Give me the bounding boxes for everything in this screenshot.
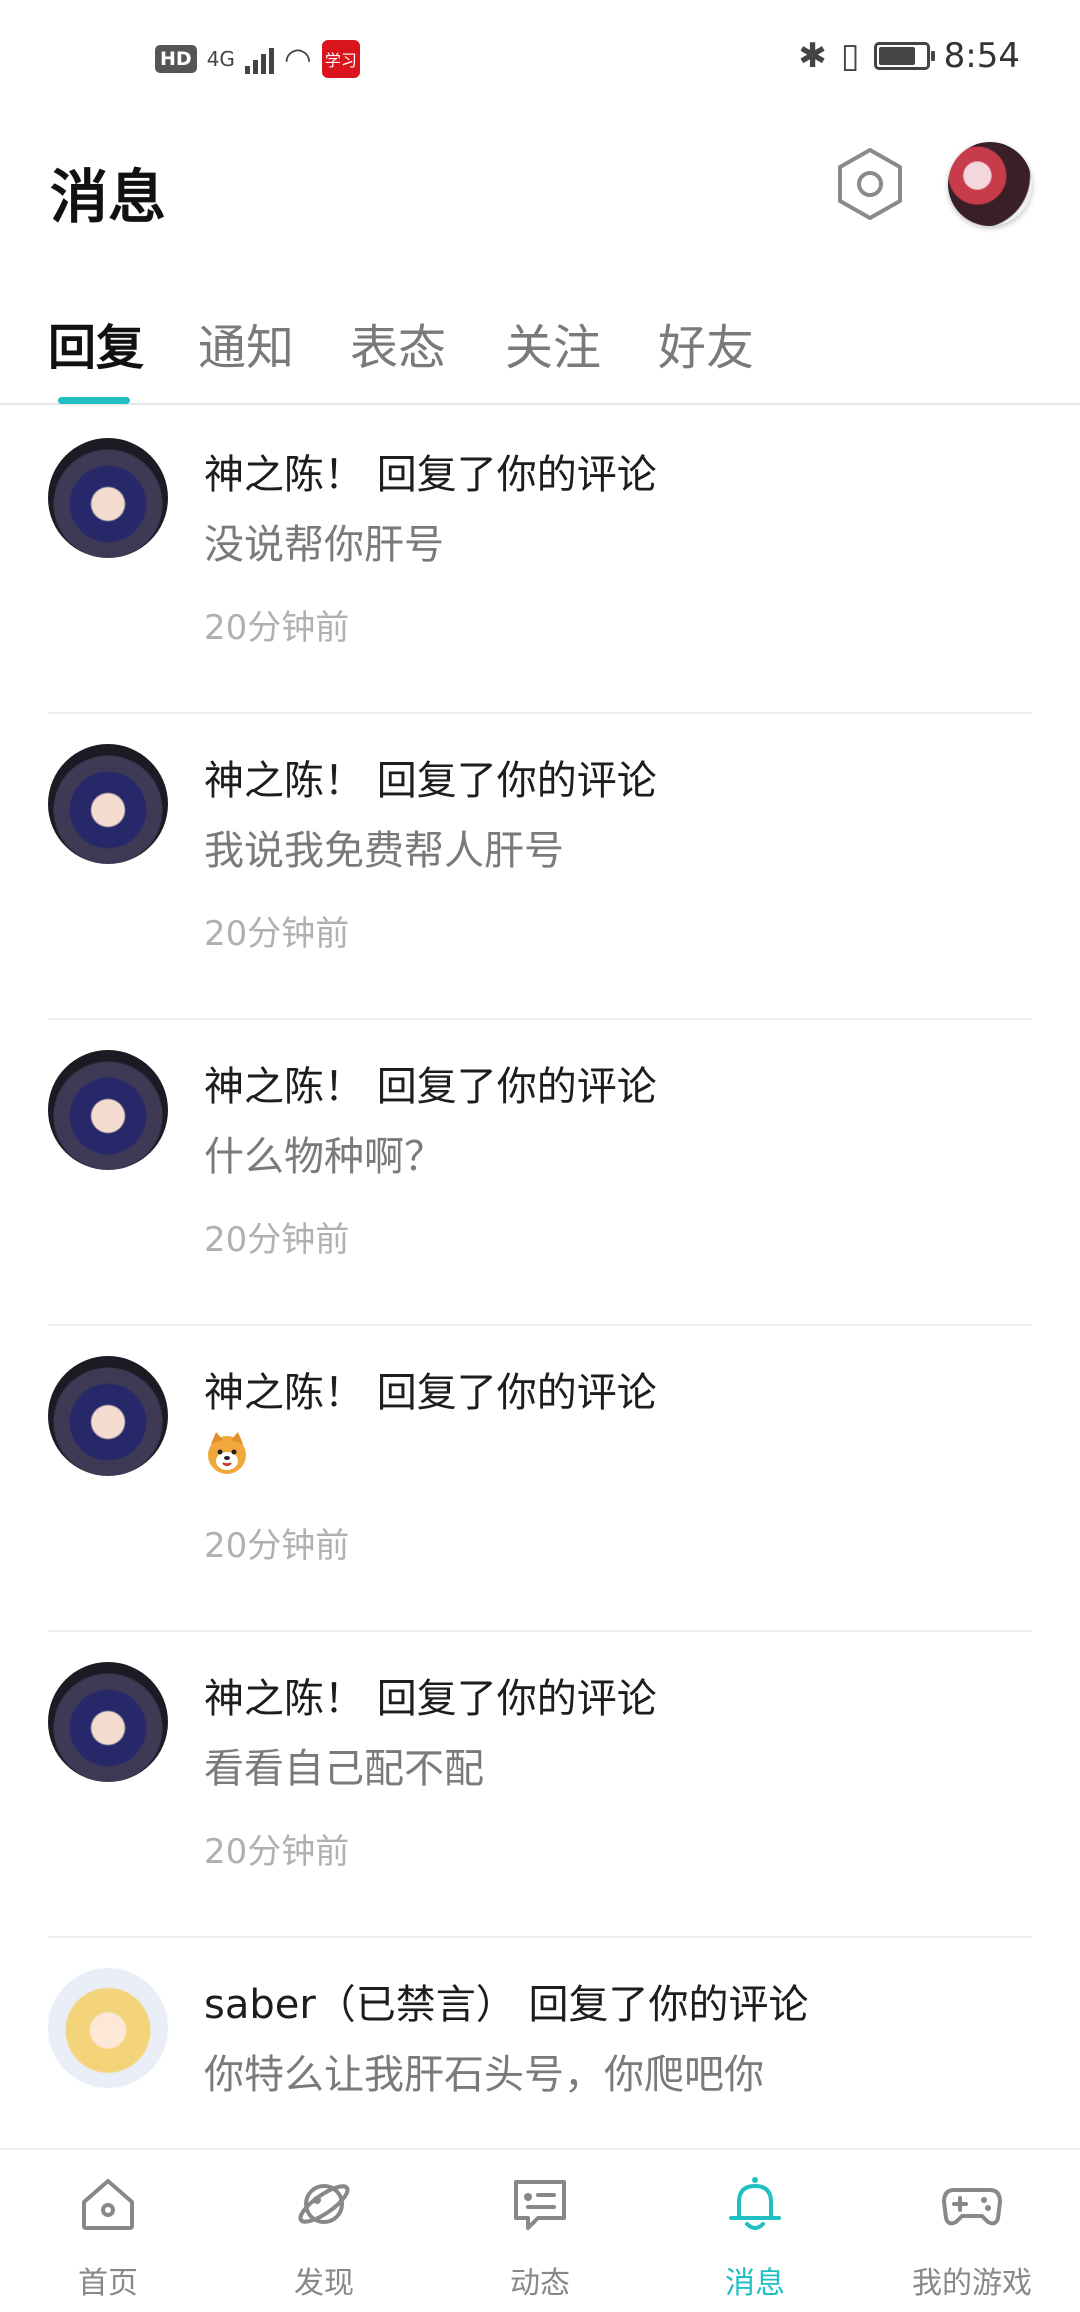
planet-icon [298,2184,350,2224]
list-item[interactable]: saber（已禁言） 回复了你的评论 你特么让我肝石头号，你爬吧你 [0,1938,1080,2148]
nav-home[interactable]: 首页 [18,2150,198,2312]
username[interactable]: 神之陈！ [204,452,364,498]
nav-label: 发现 [294,2266,354,2301]
tab-notice[interactable]: 通知 [198,308,294,378]
page-header: 消息 [0,120,1080,250]
wifi-icon: ◠ [283,40,312,78]
bluetooth-icon: ✱ [798,36,827,76]
nav-discover[interactable]: 发现 [234,2150,414,2312]
reply-text: 没说帮你肝号 [204,522,444,568]
reply-action: 回复了你的评论 [376,1064,657,1110]
nav-feed[interactable]: 动态 [450,2150,630,2312]
tab-indicator [58,397,130,404]
status-left: HD 4G ◠ 学习 [155,40,360,78]
app-notification-icon: 学习 [321,40,360,78]
network-type: 4G [206,47,235,71]
list-item[interactable]: 神之陈！ 回复了你的评论 看看自己配不配 20分钟前 [0,1632,1080,1938]
username[interactable]: 神之陈！ [204,1064,364,1110]
reply-header: saber（已禁言） 回复了你的评论 [204,1972,809,2030]
battery-icon [873,42,935,70]
avatar[interactable] [48,438,168,558]
bell-icon [729,2177,781,2230]
message-tabs: 回复 通知 表态 关注 好友 [0,300,1080,405]
clock: 8:54 [943,36,1020,76]
nav-label: 动态 [510,2266,570,2301]
tab-friends[interactable]: 好友 [658,308,754,378]
avatar[interactable] [48,744,168,864]
list-item[interactable]: 神之陈！ 回复了你的评论 什么物种啊？ 20分钟前 [0,1020,1080,1326]
reply-action: 回复了你的评论 [376,1676,657,1722]
username[interactable]: 神之陈！ [204,1676,364,1722]
tab-follow[interactable]: 关注 [505,308,601,378]
battery-fill [878,47,916,65]
reply-header: 神之陈！ 回复了你的评论 [204,1666,657,1724]
timestamp: 20分钟前 [204,1220,350,1260]
settings-hex-icon[interactable] [832,146,908,222]
username[interactable]: 神之陈！ [204,758,364,804]
avatar[interactable] [48,1050,168,1170]
nav-messages[interactable]: 消息 [665,2150,845,2312]
nav-label: 我的游戏 [912,2266,1032,2301]
reply-action: 回复了你的评论 [376,452,657,498]
reply-emoji [204,1430,250,1486]
list-item[interactable]: 神之陈！ 回复了你的评论 我说我免费帮人肝号 20分钟前 [0,714,1080,1020]
page-title: 消息 [50,163,167,231]
gamepad-icon [942,2188,1002,2226]
user-avatar[interactable] [948,142,1032,226]
reply-action: 回复了你的评论 [376,758,657,804]
reply-header: 神之陈！ 回复了你的评论 [204,442,657,500]
reply-action: 回复了你的评论 [376,1370,657,1416]
avatar[interactable] [48,1968,168,2088]
reply-header: 神之陈！ 回复了你的评论 [204,748,657,806]
timestamp: 20分钟前 [204,914,350,954]
shiba-dog-emoji-icon [208,1432,246,1474]
reply-text: 看看自己配不配 [204,1746,484,1792]
username[interactable]: saber（已禁言） [204,1982,516,2028]
avatar[interactable] [48,1662,168,1782]
username[interactable]: 神之陈！ [204,1370,364,1416]
timestamp: 20分钟前 [204,1832,350,1872]
home-icon [82,2179,134,2230]
reply-text: 你特么让我肝石头号，你爬吧你 [204,2052,764,2098]
reply-action: 回复了你的评论 [528,1982,809,2028]
avatar[interactable] [48,1356,168,1476]
tab-reaction[interactable]: 表态 [350,308,446,378]
reply-text: 我说我免费帮人肝号 [204,828,564,874]
status-right: ✱ ▯ 8:54 [798,36,1020,76]
reply-text: 什么物种啊？ [204,1134,444,1180]
nav-label: 首页 [78,2266,138,2301]
nav-label: 消息 [725,2266,785,2301]
chat-card-icon [514,2180,566,2230]
signal-icon [244,44,274,74]
status-bar: HD 4G ◠ 学习 ✱ ▯ 8:54 [0,0,1080,120]
timestamp: 20分钟前 [204,1526,350,1566]
vibrate-icon: ▯ [840,36,860,76]
list-item[interactable]: 神之陈！ 回复了你的评论 20分钟前 [0,1326,1080,1632]
list-item[interactable]: 神之陈！ 回复了你的评论 没说帮你肝号 20分钟前 [0,408,1080,714]
reply-header: 神之陈！ 回复了你的评论 [204,1360,657,1418]
nav-my-games[interactable]: 我的游戏 [882,2150,1062,2312]
reply-header: 神之陈！ 回复了你的评论 [204,1054,657,1112]
bottom-nav: 首页 发现 动态 消息 我的游戏 [0,2148,1080,2310]
hd-badge: HD [155,45,197,73]
timestamp: 20分钟前 [204,608,350,648]
tab-reply[interactable]: 回复 [48,308,144,378]
message-list[interactable]: 神之陈！ 回复了你的评论 没说帮你肝号 20分钟前 神之陈！ 回复了你的评论 我… [0,408,1080,2148]
